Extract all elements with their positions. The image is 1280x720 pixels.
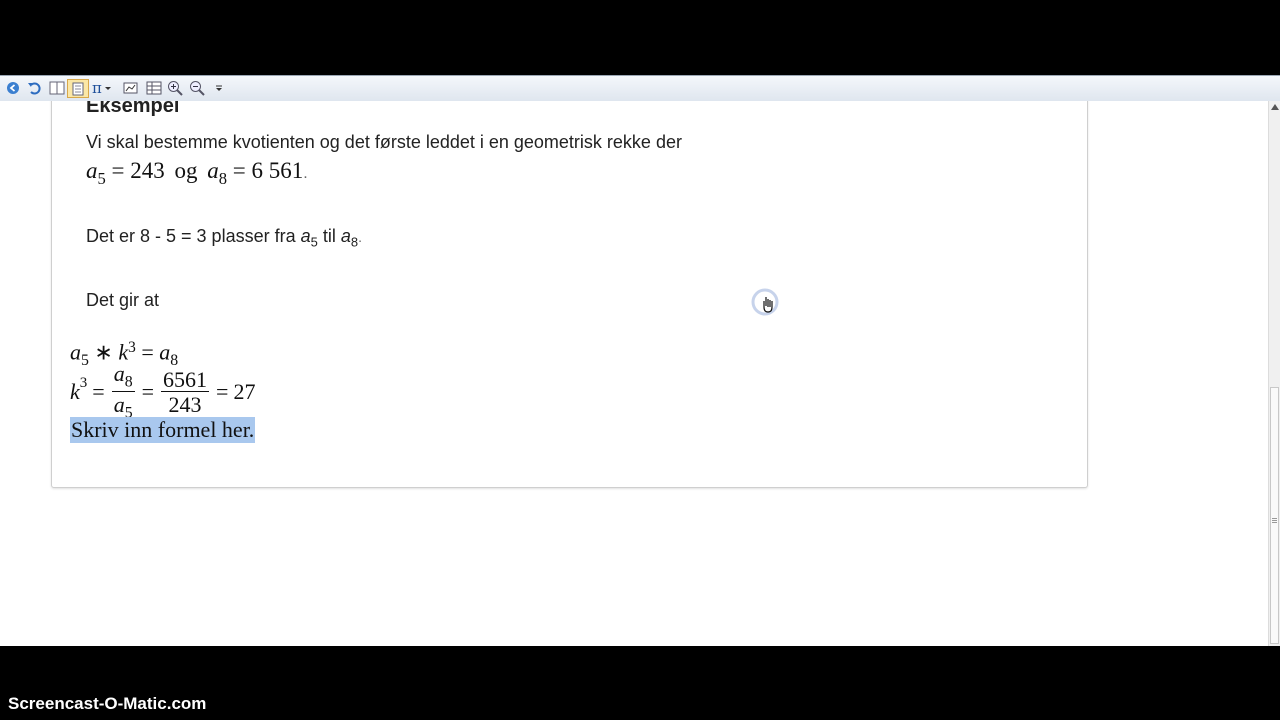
given-values: a5 = 243 og a8 = 6 561. — [86, 158, 308, 188]
vertical-scrollbar[interactable] — [1268, 101, 1280, 646]
scrollbar-thumb[interactable] — [1270, 387, 1279, 644]
undo-icon[interactable] — [26, 80, 42, 96]
fraction-a8-a5: a8 a5 — [111, 361, 135, 422]
example-heading: Eksempel — [86, 101, 180, 117]
hand-cursor-icon — [751, 288, 781, 318]
document-area: Eksempel Vi skal bestemme kvotienten og … — [0, 101, 1268, 646]
chevron-down-icon — [104, 87, 111, 90]
watermark: Screencast-O-Matic.com — [8, 694, 207, 713]
pi-icon: π — [92, 79, 102, 97]
more-icon[interactable] — [212, 80, 226, 96]
zoom-in-icon[interactable] — [166, 80, 184, 96]
fraction-values: 6561 243 — [161, 366, 210, 417]
back-icon[interactable] — [5, 80, 21, 96]
intro-text: Vi skal bestemme kvotienten og det først… — [86, 132, 682, 152]
toolbar: π — [0, 75, 1280, 102]
video-letterbox-top — [0, 0, 1280, 74]
formula-placeholder[interactable]: Skriv inn formel her. — [70, 417, 256, 443]
gives-text: Det gir at — [86, 290, 160, 310]
grip-icon — [1272, 518, 1277, 519]
scroll-up-arrow-icon[interactable] — [1271, 104, 1279, 110]
zoom-out-icon[interactable] — [188, 80, 206, 96]
equation-2[interactable]: k3 = a8 a5 = 6561 243 = 27 — [70, 362, 255, 423]
split-view-icon[interactable] — [48, 80, 66, 96]
table-icon[interactable] — [145, 80, 163, 96]
insert-graph-icon[interactable] — [122, 80, 140, 96]
pi-menu[interactable]: π — [92, 79, 118, 97]
places-text: Det er 8 - 5 = 3 plasser fra a5 til a8. — [86, 226, 362, 250]
page-view-icon[interactable] — [67, 79, 89, 98]
